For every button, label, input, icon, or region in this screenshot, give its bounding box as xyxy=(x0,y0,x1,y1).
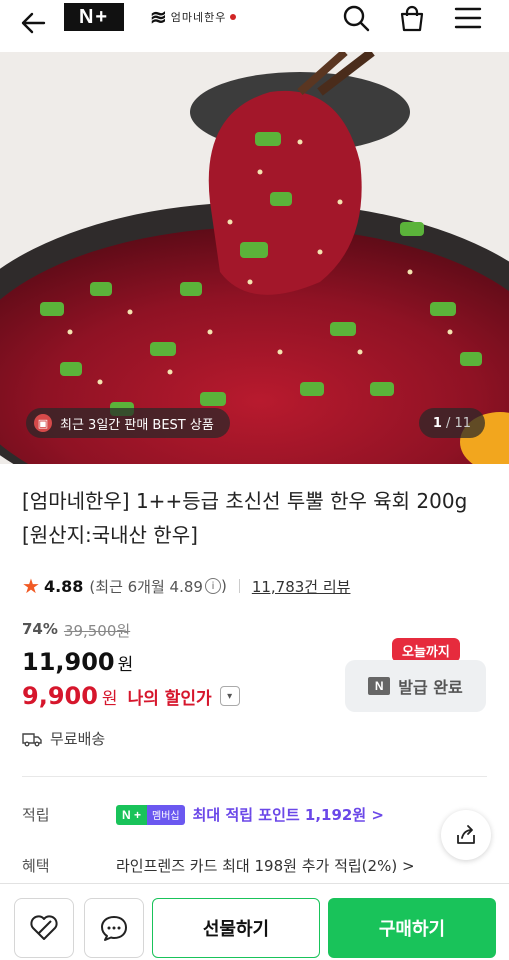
my-price-unit: 원 xyxy=(101,688,118,709)
star-icon: ★ xyxy=(22,574,40,598)
brand-mark-icon: ≋ xyxy=(150,5,167,29)
best-seller-badge: ▣ 최근 3일간 판매 BEST 상품 xyxy=(26,408,230,438)
rating-row: ★ 4.88 (최근 6개월 4.89 i ) 11,783건 리뷰 xyxy=(22,574,350,598)
beef-tartare-image xyxy=(0,52,509,464)
naver-plus-logo[interactable]: N+ xyxy=(64,3,124,31)
max-points-link[interactable]: 최대 적립 포인트 1,192원 > xyxy=(193,804,384,825)
card-benefit-link[interactable]: 라인프렌즈 카드 최대 198원 추가 적립(2%) > xyxy=(116,855,415,876)
hamburger-menu-icon[interactable] xyxy=(452,2,484,34)
shopping-bag-icon[interactable] xyxy=(396,2,428,34)
top-header: N+ ≋ 엄마네한우 xyxy=(0,0,509,52)
rating-score: 4.88 xyxy=(43,576,84,596)
image-counter-current: 1 xyxy=(432,415,442,431)
sale-price-unit: 원 xyxy=(117,655,134,675)
image-counter: 1 / 11 xyxy=(418,408,485,438)
brand-logo-text: 엄마네한우 xyxy=(170,11,227,24)
points-row[interactable]: 적립 N + 멤버십 최대 적립 포인트 1,192원 > xyxy=(22,804,384,825)
my-discount-price[interactable]: 9,900 원 나의 할인가 ▾ xyxy=(22,682,240,710)
nplus-badge-label: N + xyxy=(116,804,148,825)
heart-icon xyxy=(30,915,58,940)
chat-bubble-icon xyxy=(101,916,127,941)
info-icon[interactable]: i xyxy=(204,578,221,594)
coupon-issued-button[interactable]: N 발급 완료 xyxy=(345,660,486,712)
gift-icon: ▣ xyxy=(34,414,52,432)
rating-recent-close: ) xyxy=(220,577,227,595)
benefit-row[interactable]: 혜택 라인프렌즈 카드 최대 198원 추가 적립(2%) > xyxy=(22,855,415,876)
image-counter-total: / 11 xyxy=(445,415,471,431)
shipping-info: 무료배송 xyxy=(22,728,105,749)
chevron-down-icon[interactable]: ▾ xyxy=(219,686,240,706)
brand-logo[interactable]: ≋ 엄마네한우 xyxy=(150,5,237,29)
discount-row: 74% 39,500원 xyxy=(22,620,130,641)
sale-price: 11,900 원 xyxy=(22,648,133,676)
gift-button[interactable]: 선물하기 xyxy=(152,898,320,958)
search-icon[interactable] xyxy=(340,2,372,34)
original-price: 39,500원 xyxy=(63,622,131,640)
best-seller-label: 최근 3일간 판매 BEST 상품 xyxy=(60,417,214,433)
product-image-carousel[interactable]: ▣ 최근 3일간 판매 BEST 상품 1 / 11 xyxy=(0,52,509,464)
truck-icon xyxy=(22,732,42,746)
wishlist-button[interactable] xyxy=(14,898,74,958)
product-title: [엄마네한우] 1++등급 초신선 투뿔 한우 육회 200g [원산지:국내산… xyxy=(22,489,468,547)
benefit-key: 혜택 xyxy=(22,857,50,875)
discount-percent: 74% xyxy=(22,620,58,638)
naver-n-icon: N xyxy=(368,677,391,695)
membership-badge-label: 멤버십 xyxy=(147,804,185,825)
brand-dot-icon xyxy=(230,14,237,20)
share-button[interactable] xyxy=(441,810,491,860)
buy-button[interactable]: 구매하기 xyxy=(328,898,496,958)
shipping-label: 무료배송 xyxy=(50,730,106,748)
my-price-label: 나의 할인가 xyxy=(127,688,212,709)
my-price-value: 9,900 xyxy=(22,682,98,710)
coupon-label: 발급 완료 xyxy=(398,678,463,697)
rating-recent: (최근 6개월 4.89 xyxy=(89,577,203,596)
back-arrow-icon[interactable] xyxy=(16,6,50,40)
points-key: 적립 xyxy=(22,806,50,824)
sale-price-value: 11,900 xyxy=(22,648,115,676)
share-icon xyxy=(457,825,475,844)
today-only-tag: 오늘까지 xyxy=(392,638,460,668)
review-count-link[interactable]: 11,783건 리뷰 xyxy=(252,576,351,597)
divider xyxy=(238,579,240,593)
talk-button[interactable] xyxy=(84,898,144,958)
section-divider xyxy=(22,776,487,777)
nplus-membership-badge: N + 멤버십 xyxy=(116,804,185,825)
bottom-action-bar: 선물하기 구매하기 xyxy=(0,883,509,960)
